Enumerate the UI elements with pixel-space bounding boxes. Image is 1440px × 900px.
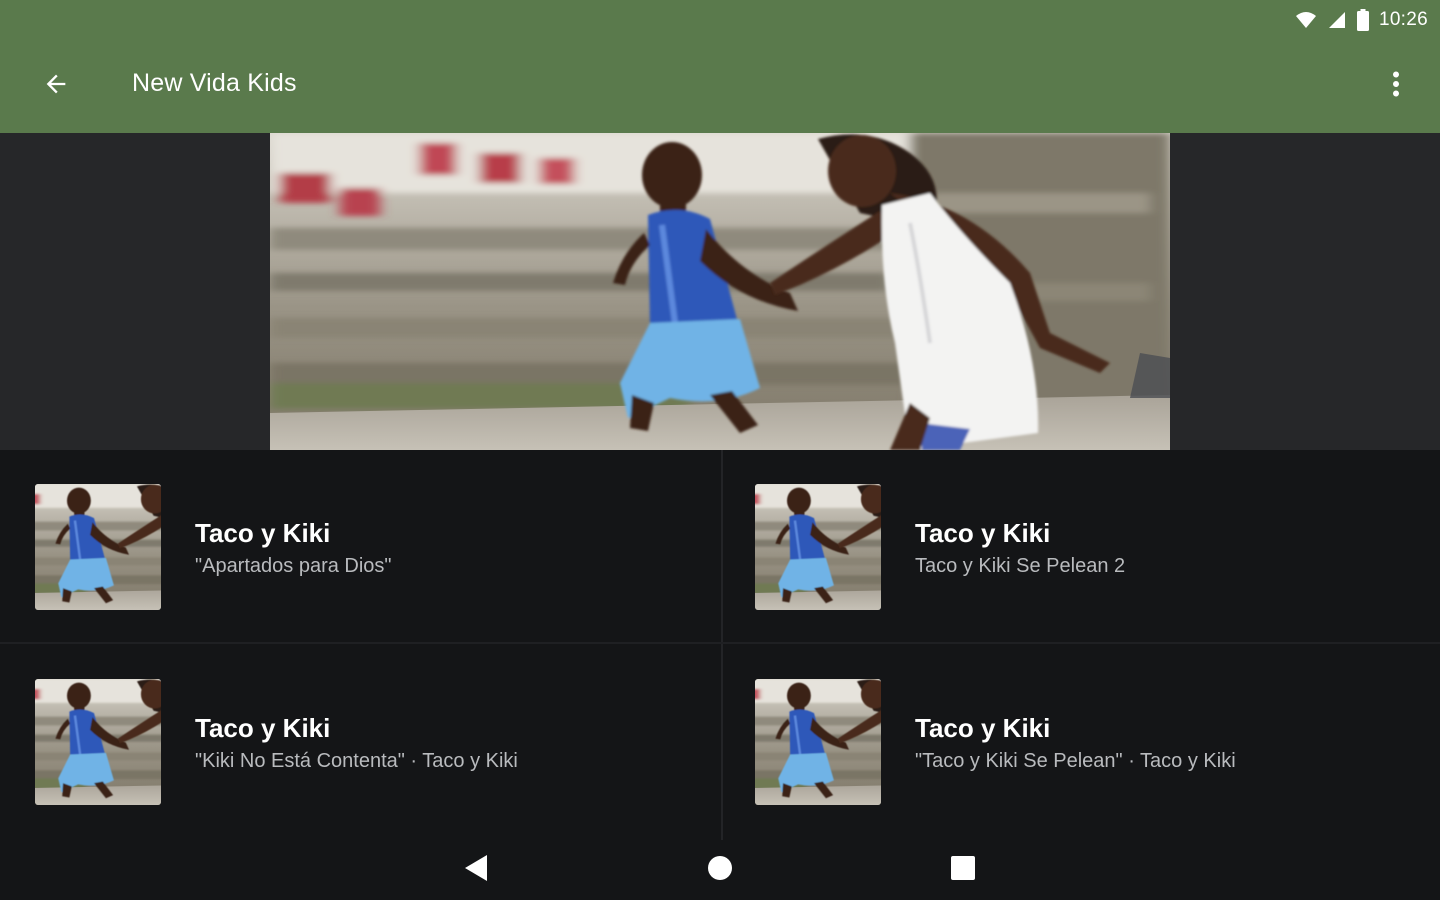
back-triangle-icon <box>463 854 489 887</box>
episode-grid: Taco y Kiki "Apartados para Dios" Taco y… <box>0 450 1440 840</box>
episode-item[interactable]: Taco y Kiki "Taco y Kiki Se Pelean" · Ta… <box>720 645 1440 840</box>
status-bar: 10:26 <box>1295 6 1428 34</box>
episode-item[interactable]: Taco y Kiki Taco y Kiki Se Pelean 2 <box>720 450 1440 645</box>
wifi-icon <box>1295 11 1317 29</box>
nav-home-button[interactable] <box>696 846 744 894</box>
app-bar: New Vida Kids <box>0 52 1440 120</box>
episode-thumbnail <box>35 484 161 610</box>
more-vert-icon <box>1392 71 1400 102</box>
app-screen: 10:26 New Vida Kids Taco y Kiki "Apartad… <box>0 0 1440 900</box>
home-circle-icon <box>707 855 733 886</box>
episode-title: Taco y Kiki <box>915 713 1051 743</box>
nav-recents-button[interactable] <box>939 846 987 894</box>
episode-title: Taco y Kiki <box>195 713 331 743</box>
back-button[interactable] <box>28 58 84 114</box>
cell-signal-icon <box>1327 11 1347 29</box>
episode-subtitle: "Taco y Kiki Se Pelean" · Taco y Kiki <box>915 750 1236 772</box>
episode-subtitle: Taco y Kiki Se Pelean 2 <box>915 555 1126 577</box>
episode-thumbnail <box>35 679 161 805</box>
arrow-back-icon <box>42 70 70 103</box>
nav-back-button[interactable] <box>452 846 500 894</box>
system-nav-bar <box>0 840 1440 900</box>
episode-title: Taco y Kiki <box>915 518 1051 548</box>
status-time: 10:26 <box>1378 9 1428 30</box>
page-title: New Vida Kids <box>132 69 297 97</box>
battery-icon <box>1356 9 1369 31</box>
episode-subtitle: "Apartados para Dios" <box>195 555 392 577</box>
episode-item[interactable]: Taco y Kiki "Kiki No Está Contenta" · Ta… <box>0 645 720 840</box>
episode-subtitle: "Kiki No Está Contenta" · Taco y Kiki <box>195 750 518 772</box>
episode-thumbnail <box>755 484 881 610</box>
episode-item[interactable]: Taco y Kiki "Apartados para Dios" <box>0 450 720 645</box>
recents-square-icon <box>950 855 976 886</box>
episode-thumbnail <box>755 679 881 805</box>
overflow-menu-button[interactable] <box>1372 58 1420 114</box>
hero-image <box>270 133 1170 450</box>
episode-title: Taco y Kiki <box>195 518 331 548</box>
top-bar: 10:26 New Vida Kids <box>0 0 1440 133</box>
hero-banner <box>0 133 1440 450</box>
